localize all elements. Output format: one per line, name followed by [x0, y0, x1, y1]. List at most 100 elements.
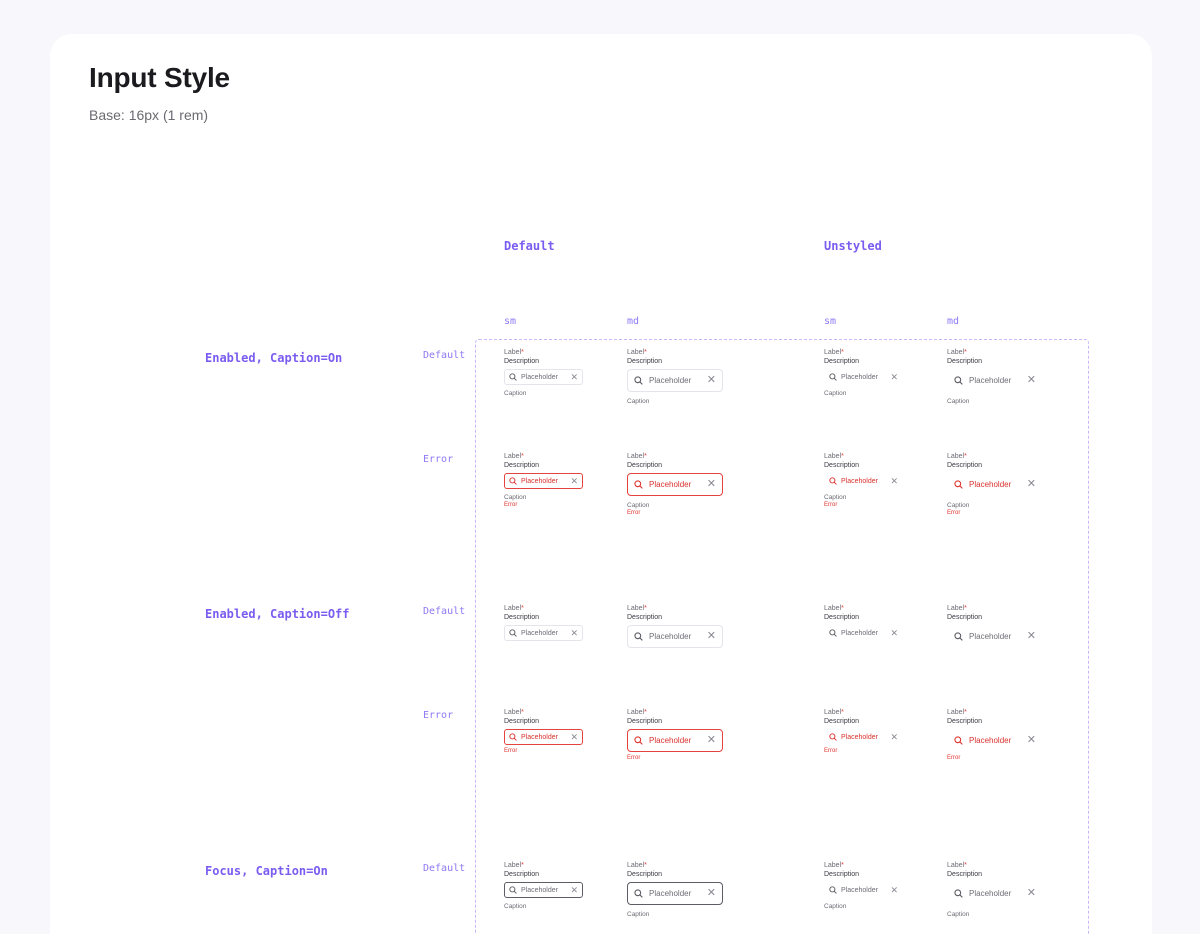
- clear-icon[interactable]: ✕: [890, 885, 898, 895]
- field-label: Label*: [627, 349, 647, 356]
- search-input[interactable]: Placeholder ✕: [824, 625, 903, 641]
- search-input[interactable]: Placeholder ✕: [627, 729, 723, 752]
- input-field: Label* Description Placeholder ✕ Error: [504, 708, 583, 755]
- field-caption: Caption: [824, 494, 847, 501]
- field-description: Description: [824, 871, 860, 878]
- clear-icon[interactable]: ✕: [707, 375, 716, 386]
- state-label-error: Error: [423, 710, 454, 721]
- clear-icon[interactable]: ✕: [707, 735, 716, 746]
- clear-icon[interactable]: ✕: [570, 885, 578, 895]
- input-placeholder: Placeholder: [969, 632, 1012, 641]
- search-input[interactable]: Placeholder ✕: [824, 473, 903, 489]
- input-field: Label* Description Placeholder ✕ Caption: [504, 348, 583, 398]
- column-header-default: Default: [504, 239, 555, 253]
- clear-icon[interactable]: ✕: [890, 732, 898, 742]
- search-input[interactable]: Placeholder ✕: [627, 882, 723, 905]
- field-error: Error: [824, 748, 838, 754]
- search-icon: [829, 477, 837, 485]
- search-icon: [829, 629, 837, 637]
- clear-icon[interactable]: ✕: [570, 476, 578, 486]
- search-icon: [634, 736, 643, 745]
- search-icon: [509, 733, 517, 741]
- input-field: Label* Description Placeholder ✕ Caption…: [947, 452, 1043, 517]
- size-header-default-sm: sm: [504, 316, 517, 327]
- search-input[interactable]: Placeholder ✕: [627, 369, 723, 392]
- search-icon: [509, 629, 517, 637]
- search-icon: [634, 632, 643, 641]
- clear-icon[interactable]: ✕: [890, 628, 898, 638]
- input-field: Label* Description Placeholder ✕: [947, 604, 1043, 648]
- search-input[interactable]: Placeholder ✕: [504, 473, 583, 489]
- state-label-default: Default: [423, 350, 466, 361]
- input-field: Label* Description Placeholder ✕: [504, 604, 583, 641]
- input-placeholder: Placeholder: [521, 477, 558, 485]
- size-header-unstyled-md: md: [947, 316, 960, 327]
- search-icon: [634, 376, 643, 385]
- clear-icon[interactable]: ✕: [890, 476, 898, 486]
- field-caption: Caption: [504, 903, 527, 910]
- input-field: Label* Description Placeholder ✕: [627, 604, 723, 648]
- group-label-caption-on: Enabled, Caption=On: [205, 351, 343, 365]
- group-label-focus-caption-on: Focus, Caption=On: [205, 864, 328, 878]
- search-input[interactable]: Placeholder ✕: [947, 369, 1043, 392]
- field-label: Label*: [947, 349, 967, 356]
- state-label-error: Error: [423, 454, 454, 465]
- search-input[interactable]: Placeholder ✕: [947, 729, 1043, 752]
- field-label: Label*: [947, 605, 967, 612]
- search-icon: [634, 889, 643, 898]
- clear-icon[interactable]: ✕: [570, 372, 578, 382]
- input-placeholder: Placeholder: [521, 886, 558, 894]
- field-error: Error: [627, 755, 641, 761]
- input-placeholder: Placeholder: [521, 629, 558, 637]
- field-label: Label*: [824, 453, 844, 460]
- input-placeholder: Placeholder: [841, 629, 878, 637]
- clear-icon[interactable]: ✕: [1027, 631, 1036, 642]
- field-label: Label*: [504, 349, 524, 356]
- search-input[interactable]: Placeholder ✕: [947, 625, 1043, 648]
- clear-icon[interactable]: ✕: [570, 628, 578, 638]
- field-description: Description: [627, 358, 663, 365]
- input-placeholder: Placeholder: [841, 373, 878, 381]
- search-input[interactable]: Placeholder ✕: [824, 882, 903, 898]
- field-description: Description: [504, 718, 540, 725]
- search-input[interactable]: Placeholder ✕: [824, 729, 903, 745]
- input-field: Label* Description Placeholder ✕ Caption: [504, 861, 583, 911]
- field-description: Description: [627, 462, 663, 469]
- clear-icon[interactable]: ✕: [1027, 735, 1036, 746]
- search-icon: [954, 480, 963, 489]
- clear-icon[interactable]: ✕: [707, 479, 716, 490]
- field-description: Description: [504, 871, 540, 878]
- search-icon: [829, 886, 837, 894]
- search-input[interactable]: Placeholder ✕: [504, 729, 583, 745]
- page-title: Input Style: [89, 62, 230, 93]
- clear-icon[interactable]: ✕: [1027, 479, 1036, 490]
- input-field: Label* Description Placeholder ✕ Caption: [824, 348, 903, 398]
- clear-icon[interactable]: ✕: [1027, 888, 1036, 899]
- search-input[interactable]: Placeholder ✕: [504, 882, 583, 898]
- search-input[interactable]: Placeholder ✕: [627, 625, 723, 648]
- clear-icon[interactable]: ✕: [890, 372, 898, 382]
- search-input[interactable]: Placeholder ✕: [947, 882, 1043, 905]
- input-field: Label* Description Placeholder ✕: [824, 604, 903, 641]
- clear-icon[interactable]: ✕: [570, 732, 578, 742]
- field-label: Label*: [824, 605, 844, 612]
- clear-icon[interactable]: ✕: [707, 631, 716, 642]
- input-field: Label* Description Placeholder ✕ Error: [947, 708, 1043, 762]
- search-input[interactable]: Placeholder ✕: [504, 369, 583, 385]
- field-caption: Caption: [627, 502, 650, 509]
- field-description: Description: [947, 462, 983, 469]
- field-caption: Caption: [504, 390, 527, 397]
- search-icon: [509, 477, 517, 485]
- field-description: Description: [504, 462, 540, 469]
- search-input[interactable]: Placeholder ✕: [947, 473, 1043, 496]
- field-description: Description: [824, 358, 860, 365]
- input-field: Label* Description Placeholder ✕ Caption: [627, 861, 723, 919]
- search-input[interactable]: Placeholder ✕: [504, 625, 583, 641]
- search-input[interactable]: Placeholder ✕: [824, 369, 903, 385]
- search-icon: [634, 480, 643, 489]
- input-placeholder: Placeholder: [649, 889, 692, 898]
- clear-icon[interactable]: ✕: [1027, 375, 1036, 386]
- clear-icon[interactable]: ✕: [707, 888, 716, 899]
- search-input[interactable]: Placeholder ✕: [627, 473, 723, 496]
- field-description: Description: [627, 871, 663, 878]
